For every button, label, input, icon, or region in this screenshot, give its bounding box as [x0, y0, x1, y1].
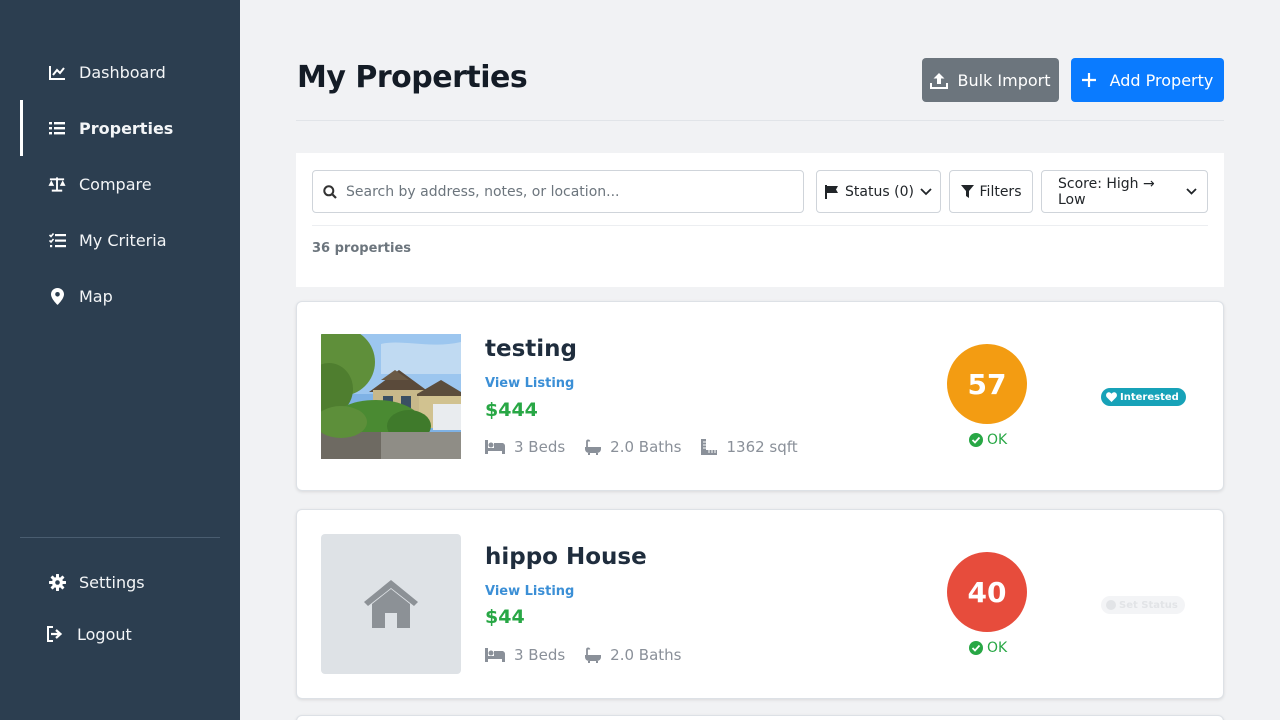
beds-spec: 3 Beds	[485, 438, 565, 456]
sidebar-item-label: Settings	[79, 572, 145, 592]
baths-spec: 2.0 Baths	[585, 438, 681, 456]
sidebar-item-map[interactable]: Map	[20, 268, 220, 324]
sqft-spec: 1362 sqft	[701, 438, 798, 456]
status-label: Status (0)	[845, 183, 914, 200]
heart-icon	[1106, 392, 1117, 402]
logout-icon	[46, 625, 64, 643]
bulk-import-button[interactable]: Bulk Import	[922, 58, 1059, 102]
sidebar-item-label: Map	[79, 286, 113, 306]
bed-icon	[485, 648, 505, 662]
map-pin-icon	[48, 287, 66, 305]
status-badge[interactable]: Interested	[1101, 388, 1186, 406]
filter-toolbar: Status (0) Filters Score: High → Low 36 …	[296, 153, 1224, 287]
sort-selected-value: Score: High → Low	[1058, 175, 1155, 208]
baths-label: 2.0 Baths	[610, 646, 682, 664]
filters-button[interactable]: Filters	[949, 170, 1033, 213]
score-status-label: OK	[987, 432, 1008, 448]
score-circle: 57	[947, 344, 1027, 424]
status-badge-label: Set Status	[1119, 599, 1178, 611]
status-badge-label: Interested	[1120, 391, 1179, 403]
search-box[interactable]	[312, 170, 804, 213]
gear-icon	[48, 573, 66, 591]
sidebar-item-label: My Criteria	[79, 230, 167, 250]
sidebar-item-logout[interactable]: Logout	[20, 606, 220, 662]
bath-icon	[585, 647, 602, 663]
status-dropdown-button[interactable]: Status (0)	[816, 170, 941, 213]
property-count: 36 properties	[312, 241, 412, 256]
score-status: OK	[969, 432, 1007, 448]
sqft-label: 1362 sqft	[726, 438, 798, 456]
property-price: $444	[485, 399, 538, 421]
sort-select[interactable]: Score: High → Low	[1041, 170, 1208, 213]
property-photo	[321, 334, 461, 459]
score-status-label: OK	[987, 640, 1008, 656]
check-circle-icon	[969, 433, 983, 447]
bed-icon	[485, 440, 505, 454]
add-property-label: Add Property	[1109, 70, 1214, 90]
sidebar: Dashboard Properties Compare My Criteria…	[0, 0, 240, 720]
property-card[interactable]	[296, 715, 1224, 720]
property-card[interactable]: hippo House View Listing $44 3 Beds 2.0 …	[296, 509, 1224, 699]
sidebar-item-label: Properties	[79, 118, 174, 138]
chevron-down-icon	[920, 187, 932, 196]
flag-icon	[825, 184, 839, 199]
property-specs: 3 Beds 2.0 Baths	[485, 646, 701, 664]
filter-icon	[960, 185, 974, 198]
check-circle-icon	[969, 641, 983, 655]
sidebar-item-label: Compare	[79, 174, 152, 194]
home-icon	[364, 580, 418, 628]
checklist-icon	[48, 231, 66, 249]
view-listing-link[interactable]: View Listing	[485, 584, 574, 599]
add-property-button[interactable]: Add Property	[1071, 58, 1224, 102]
bulk-import-label: Bulk Import	[957, 70, 1051, 90]
property-price: $44	[485, 606, 525, 628]
filters-label: Filters	[979, 183, 1022, 200]
baths-label: 2.0 Baths	[610, 438, 682, 456]
beds-spec: 3 Beds	[485, 646, 565, 664]
property-specs: 3 Beds 2.0 Baths 1362 sqft	[485, 438, 818, 456]
upload-icon	[930, 72, 949, 89]
baths-spec: 2.0 Baths	[585, 646, 681, 664]
chevron-down-icon	[1186, 188, 1197, 195]
plus-icon	[1081, 73, 1096, 87]
scale-icon	[48, 175, 66, 193]
sidebar-item-label: Logout	[77, 624, 132, 644]
sidebar-item-dashboard[interactable]: Dashboard	[20, 44, 220, 100]
sidebar-item-settings[interactable]: Settings	[20, 554, 220, 610]
sidebar-item-compare[interactable]: Compare	[20, 156, 220, 212]
search-input[interactable]	[346, 183, 786, 200]
chart-line-icon	[48, 63, 66, 81]
beds-label: 3 Beds	[514, 438, 566, 456]
header-divider	[296, 120, 1224, 121]
circle-icon	[1106, 600, 1116, 610]
property-title: testing	[485, 336, 577, 362]
property-photo-placeholder	[321, 534, 461, 674]
score-status: OK	[969, 640, 1007, 656]
sidebar-item-label: Dashboard	[79, 62, 166, 82]
ruler-icon	[701, 439, 718, 455]
set-status-badge[interactable]: Set Status	[1101, 596, 1185, 614]
view-listing-link[interactable]: View Listing	[485, 376, 574, 391]
property-title: hippo House	[485, 544, 647, 570]
sidebar-divider	[20, 537, 220, 538]
sidebar-item-properties[interactable]: Properties	[20, 100, 220, 156]
bath-icon	[585, 439, 602, 455]
list-icon	[48, 119, 66, 137]
page-title: My Properties	[297, 60, 528, 95]
search-icon	[323, 184, 337, 199]
sidebar-item-my-criteria[interactable]: My Criteria	[20, 212, 220, 268]
property-card[interactable]: testing View Listing $444 3 Beds 2.0 Bat…	[296, 301, 1224, 491]
beds-label: 3 Beds	[514, 646, 566, 664]
score-circle: 40	[947, 552, 1027, 632]
toolbar-divider	[312, 225, 1208, 226]
